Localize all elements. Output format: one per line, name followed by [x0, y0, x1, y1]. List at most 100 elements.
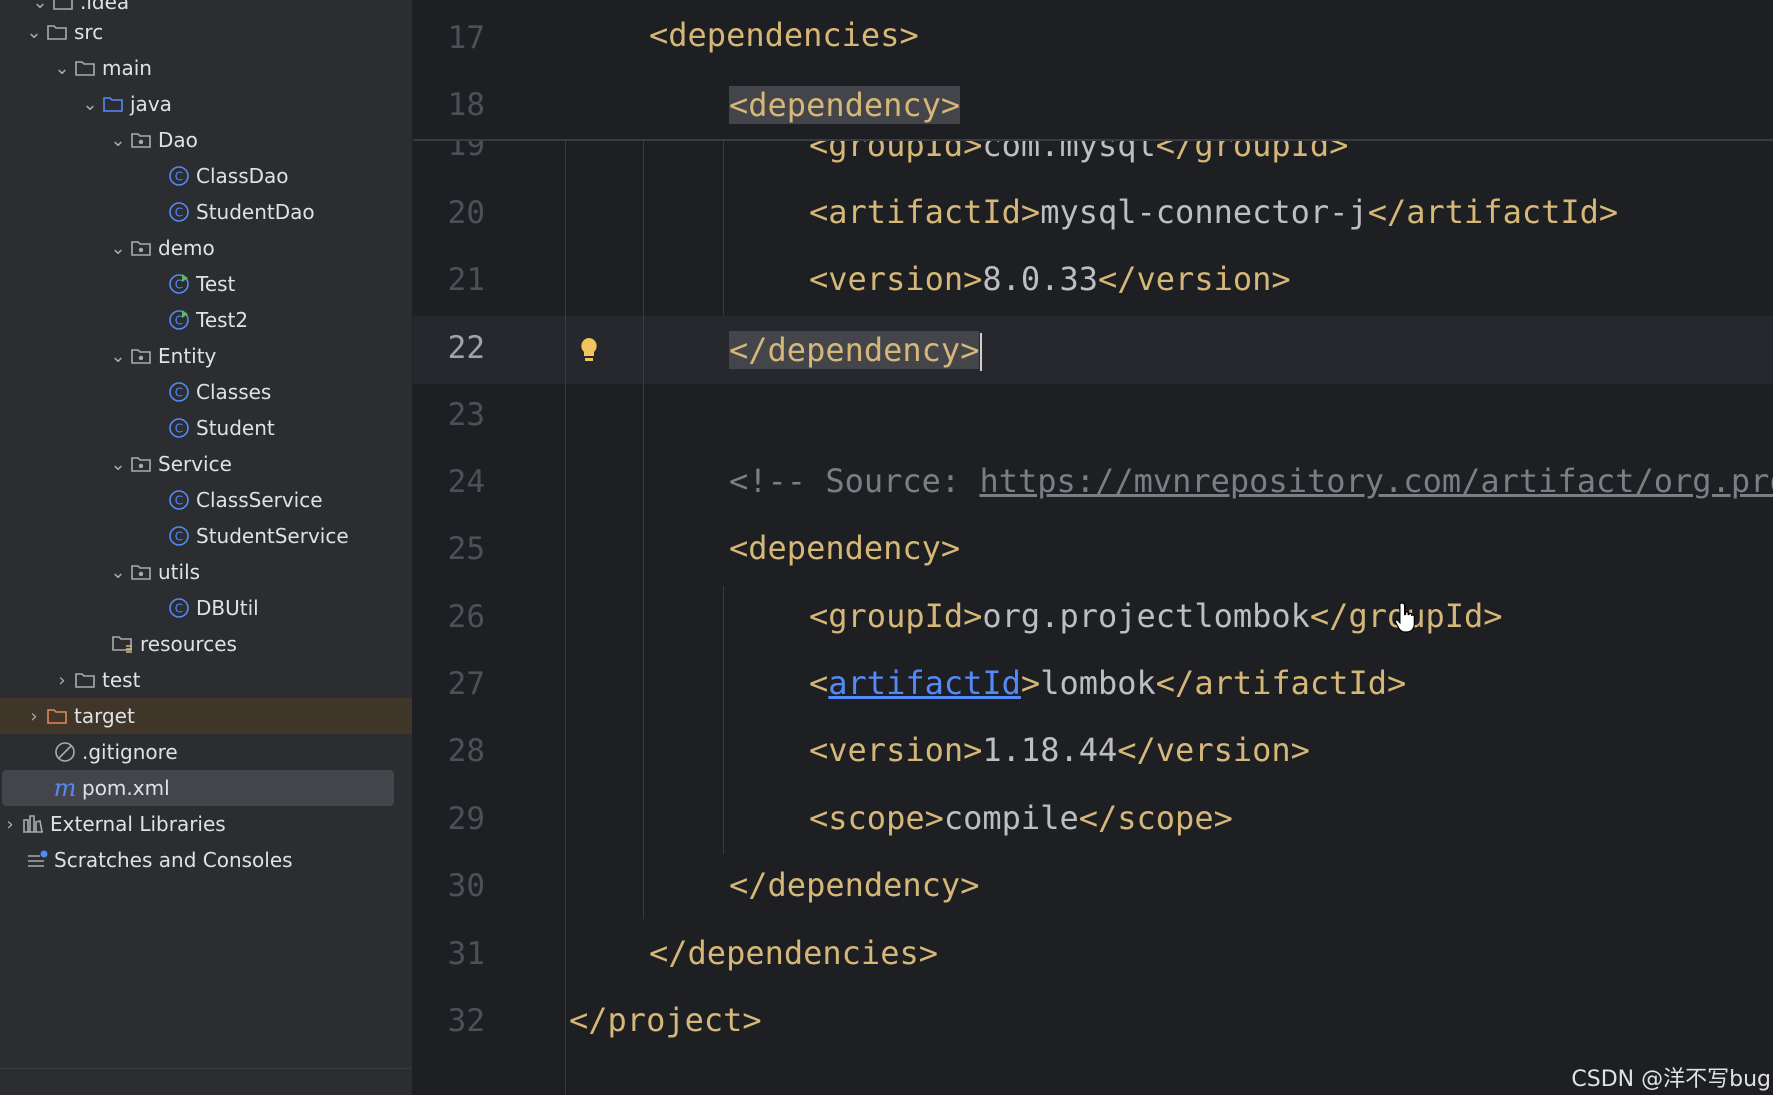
tree-item-gitignore[interactable]: .gitignore	[0, 734, 412, 770]
code-line-30[interactable]: </dependency>	[729, 866, 979, 904]
svg-text:C: C	[175, 422, 183, 436]
line-number: 23	[447, 397, 485, 433]
ignore-file-icon	[52, 734, 78, 770]
tree-item-classes[interactable]: C Classes	[0, 374, 412, 410]
xml-tag: </dependency>	[729, 866, 980, 904]
tree-item-target[interactable]: › target	[0, 698, 412, 734]
line-number: 22	[447, 330, 485, 366]
xml-tag: </project>	[569, 1001, 762, 1039]
class-icon: C	[166, 158, 192, 194]
tag-name-link[interactable]: artifactId	[828, 664, 1021, 702]
current-line-highlight	[413, 316, 1773, 384]
tree-item-src[interactable]: ⌄ src	[0, 14, 412, 50]
chevron-down-icon[interactable]: ⌄	[108, 554, 128, 590]
sticky-lines-header: 17 <dependencies> 18 <dependency>	[413, 0, 1773, 141]
gutter-divider	[565, 0, 566, 1095]
code-line-18[interactable]: <dependency>	[729, 71, 961, 139]
tree-item-main[interactable]: ⌄ main	[0, 50, 412, 86]
tree-item-utils[interactable]: ⌄ utils	[0, 554, 412, 590]
project-tree: ⌄ .idea ⌄ src ⌄ main ⌄ java ⌄ Dao C Clas…	[0, 0, 412, 1095]
tree-item-label: Classes	[196, 380, 272, 404]
tree-item-label: target	[74, 704, 135, 728]
xml-tag: </dependencies>	[649, 934, 938, 972]
tree-item-label: DBUtil	[196, 596, 259, 620]
xml-comment: <!-- Source:	[729, 462, 980, 500]
chevron-down-icon[interactable]: ⌄	[108, 338, 128, 374]
xml-tag: <dependencies>	[649, 16, 919, 54]
tree-item-studentdao[interactable]: C StudentDao	[0, 194, 412, 230]
tree-item-label: test	[102, 668, 141, 692]
tree-item-label: Test2	[196, 308, 249, 332]
code-line-20[interactable]: <artifactId>mysql-connector-j</artifactI…	[809, 193, 1618, 231]
tree-item-label: Scratches and Consoles	[54, 848, 293, 872]
xml-bracket: <	[809, 664, 829, 702]
code-line-32[interactable]: </project>	[569, 1001, 762, 1039]
tree-item-entity[interactable]: ⌄ Entity	[0, 338, 412, 374]
tree-item-classservice[interactable]: C ClassService	[0, 482, 412, 518]
package-icon	[128, 554, 154, 590]
code-line-21[interactable]: <version>8.0.33</version>	[809, 260, 1291, 298]
line-number: 30	[447, 868, 485, 904]
svg-text:C: C	[175, 602, 183, 616]
watermark: CSDN @洋不写bug	[1569, 1059, 1773, 1095]
chevron-right-icon[interactable]: ›	[24, 698, 44, 734]
chevron-down-icon[interactable]: ⌄	[24, 14, 44, 50]
tree-item-dao[interactable]: ⌄ Dao	[0, 122, 412, 158]
tree-item-service[interactable]: ⌄ Service	[0, 446, 412, 482]
xml-tag: </artifactId>	[1367, 193, 1619, 231]
tree-item-label: ClassDao	[196, 164, 289, 188]
code-line-27[interactable]: <artifactId>lombok</artifactId>	[809, 664, 1406, 702]
code-line-25[interactable]: <dependency>	[729, 529, 960, 567]
line-number: 32	[447, 1003, 485, 1039]
code-line-17[interactable]: <dependencies>	[649, 16, 919, 54]
code-editor[interactable]: 19 <groupId>com.mysql</groupId> 17 <depe…	[413, 0, 1773, 1095]
tree-item-java[interactable]: ⌄ java	[0, 86, 412, 122]
code-line-31[interactable]: </dependencies>	[649, 934, 938, 972]
code-line-28[interactable]: <version>1.18.44</version>	[809, 731, 1310, 769]
xml-tag: <dependency>	[729, 529, 961, 567]
code-line-24[interactable]: <!-- Source: https://mvnrepository.com/a…	[729, 462, 1773, 500]
excluded-folder-icon	[44, 698, 70, 734]
tree-item-pom[interactable]: m pom.xml	[0, 770, 412, 806]
tree-item-label: StudentDao	[196, 200, 315, 224]
tree-item-external-libraries[interactable]: › External Libraries	[0, 806, 412, 842]
tree-item-label: Entity	[158, 344, 217, 368]
chevron-right-icon[interactable]: ›	[0, 806, 20, 842]
runnable-class-icon: C	[166, 302, 192, 338]
class-icon: C	[166, 482, 192, 518]
svg-text:C: C	[175, 206, 183, 220]
lightbulb-icon[interactable]	[578, 336, 600, 364]
chevron-right-icon[interactable]: ›	[52, 662, 72, 698]
line-number: 28	[447, 733, 485, 769]
xml-text: 1.18.44	[982, 731, 1118, 769]
chevron-down-icon[interactable]: ⌄	[80, 86, 100, 122]
tree-item-studentservice[interactable]: C StudentService	[0, 518, 412, 554]
package-icon	[128, 122, 154, 158]
xml-bracket: >	[1020, 664, 1041, 702]
xml-tag: <version>	[809, 731, 983, 769]
chevron-down-icon[interactable]: ⌄	[108, 122, 128, 158]
maven-file-icon: m	[53, 774, 77, 802]
tree-item-classdao[interactable]: C ClassDao	[0, 158, 412, 194]
comment-url-link[interactable]: https://mvnrepository.com/artifact/org.p…	[979, 462, 1773, 500]
line-number: 17	[447, 20, 485, 56]
xml-tag: </scope>	[1078, 799, 1233, 837]
tree-item-test-folder[interactable]: › test	[0, 662, 412, 698]
tree-item-label: ClassService	[196, 488, 323, 512]
chevron-down-icon[interactable]: ⌄	[108, 230, 128, 266]
code-line-22[interactable]: </dependency>	[729, 316, 983, 384]
tree-item-test2[interactable]: C Test2	[0, 302, 412, 338]
tree-item-scratches[interactable]: Scratches and Consoles	[0, 842, 412, 878]
xml-tag-matched: </dependency>	[729, 331, 980, 369]
tree-item-resources[interactable]: resources	[0, 626, 412, 662]
tree-item-student[interactable]: C Student	[0, 410, 412, 446]
tree-item-demo[interactable]: ⌄ demo	[0, 230, 412, 266]
tree-item-label: java	[130, 92, 172, 116]
line-number: 24	[447, 464, 485, 500]
chevron-down-icon[interactable]: ⌄	[52, 50, 72, 86]
tree-item-test[interactable]: C Test	[0, 266, 412, 302]
code-line-29[interactable]: <scope>compile</scope>	[809, 799, 1233, 837]
indent-guide	[643, 139, 644, 919]
tree-item-dbutil[interactable]: C DBUtil	[0, 590, 412, 626]
chevron-down-icon[interactable]: ⌄	[108, 446, 128, 482]
